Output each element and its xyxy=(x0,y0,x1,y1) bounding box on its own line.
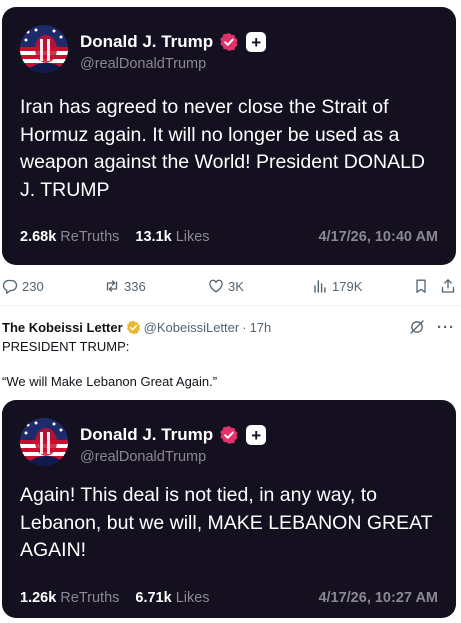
post-timestamp: 4/17/26, 10:27 AM xyxy=(318,590,438,606)
post-text: Again! This deal is not tied, in any way… xyxy=(20,484,433,561)
avatar[interactable] xyxy=(20,418,68,466)
repost-button[interactable]: 336 xyxy=(104,278,146,294)
tweet-text-line-1: PRESIDENT TRUMP: xyxy=(2,339,130,354)
post-timestamp: 4/17/26, 10:40 AM xyxy=(318,229,438,245)
post-text: Iran has agreed to never close the Strai… xyxy=(20,96,426,201)
follow-button[interactable]: + xyxy=(246,425,267,445)
likes-count: 6.71k Likes xyxy=(135,590,210,606)
author-name[interactable]: Donald J. Trump xyxy=(80,32,213,52)
tweet-time[interactable]: 17h xyxy=(250,320,272,335)
truth-card-2: Donald J. Trump + @realDonaldTrump Again… xyxy=(2,400,456,618)
tweet-text-line-2: “We will Make Lebanon Great Again.” xyxy=(2,374,218,389)
divider xyxy=(0,305,461,306)
follow-button[interactable]: + xyxy=(246,32,267,52)
views-button[interactable]: 179K xyxy=(312,278,362,294)
author-handle[interactable]: @realDonaldTrump xyxy=(80,449,206,465)
bookmark-button[interactable] xyxy=(413,278,429,294)
verified-badge-icon xyxy=(219,32,239,52)
avatar[interactable] xyxy=(20,25,68,73)
repost-count: 336 xyxy=(124,278,146,294)
views-count: 179K xyxy=(332,278,363,294)
tweet-header-actions: ··· xyxy=(409,319,455,336)
likes-count: 13.1k Likes xyxy=(135,229,210,245)
grok-icon[interactable] xyxy=(409,319,425,335)
flag-portrait-icon xyxy=(20,418,68,466)
reply-button[interactable]: 230 xyxy=(2,278,44,294)
author-handle[interactable]: @realDonaldTrump xyxy=(80,56,206,72)
truth-card-1: Donald J. Trump + @realDonaldTrump Iran … xyxy=(2,7,456,265)
flag-portrait-icon xyxy=(20,25,68,73)
reply-icon xyxy=(2,279,18,294)
post-stats: 2.68k ReTruths 13.1k Likes 4/17/26, 10:40 … xyxy=(20,229,438,245)
gold-check-icon xyxy=(126,320,141,335)
like-button[interactable]: 3K xyxy=(208,278,244,294)
author-name[interactable]: Donald J. Trump xyxy=(80,425,213,445)
post-stats: 1.26k ReTruths 6.71k Likes 4/17/26, 10:27 … xyxy=(20,590,438,606)
verified-badge-icon xyxy=(219,425,239,445)
kobeissi-name[interactable]: The Kobeissi Letter xyxy=(2,320,123,335)
retruths-count: 1.26k ReTruths xyxy=(20,590,120,606)
retruths-count: 2.68k ReTruths xyxy=(20,229,120,245)
author-row: Donald J. Trump + xyxy=(80,424,267,446)
more-options-button[interactable]: ··· xyxy=(437,319,455,336)
views-icon xyxy=(314,280,326,293)
separator-dot: · xyxy=(242,319,247,335)
bookmark-icon xyxy=(416,279,426,293)
kobeissi-handle[interactable]: @KobeissiLetter xyxy=(144,320,240,335)
repost-icon xyxy=(106,280,118,292)
tweet-header: The Kobeissi Letter @KobeissiLetter · 17… xyxy=(2,318,455,336)
action-bar: 230 336 3K 179K xyxy=(0,278,461,298)
author-row: Donald J. Trump + xyxy=(80,31,267,53)
heart-icon xyxy=(209,279,223,293)
share-icon xyxy=(441,279,455,293)
share-button[interactable] xyxy=(440,278,456,294)
reply-count: 230 xyxy=(22,278,44,294)
like-count: 3K xyxy=(228,278,244,294)
